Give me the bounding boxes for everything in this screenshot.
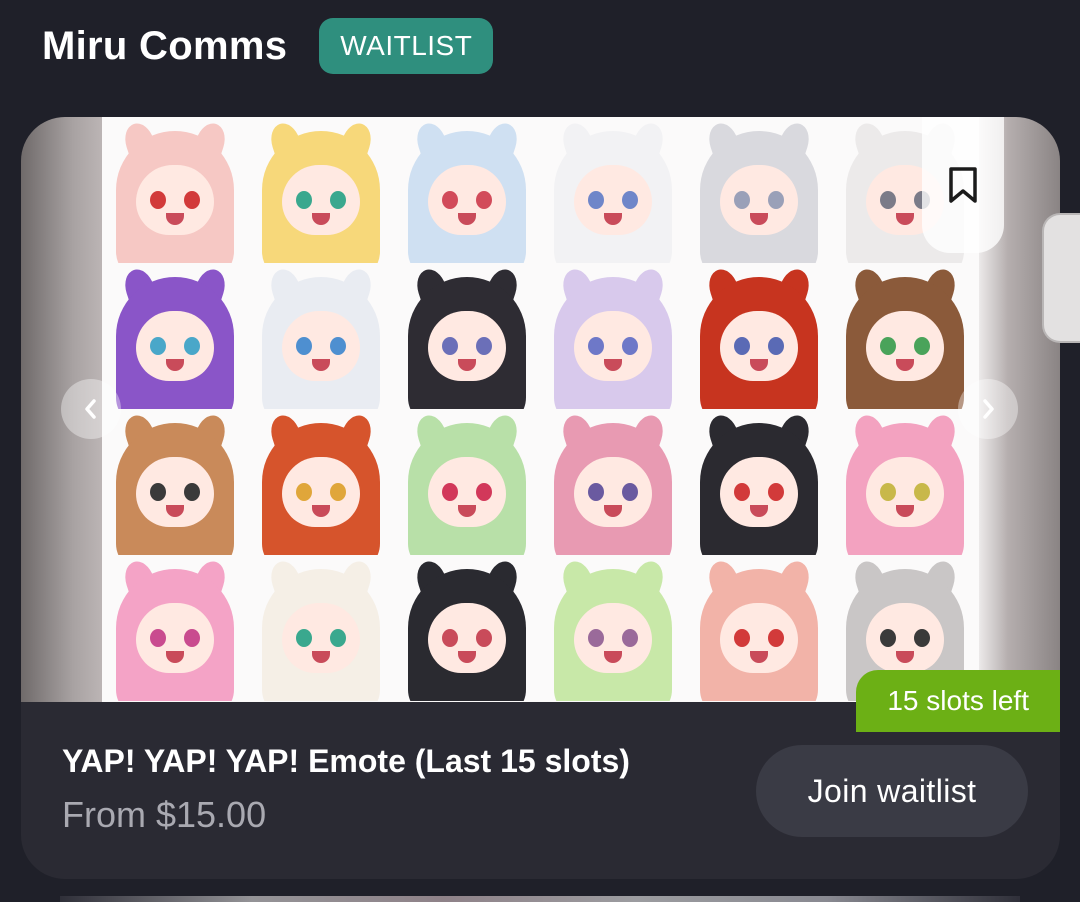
emote-preview-image xyxy=(102,117,979,702)
emote-thumbnail xyxy=(394,555,540,701)
emote-thumbnail xyxy=(686,117,832,263)
emote-thumbnail xyxy=(540,409,686,555)
side-panel-handle[interactable] xyxy=(1042,213,1080,343)
emote-thumbnail xyxy=(540,263,686,409)
emote-thumbnail xyxy=(102,409,248,555)
chevron-right-icon xyxy=(983,399,994,419)
emote-thumbnail xyxy=(102,117,248,263)
emote-thumbnail xyxy=(394,117,540,263)
emote-thumbnail xyxy=(248,555,394,701)
emote-thumbnail xyxy=(102,555,248,701)
emote-thumbnail xyxy=(686,409,832,555)
shop-name[interactable]: Miru Comms xyxy=(42,24,287,69)
listing-info: YAP! YAP! YAP! Emote (Last 15 slots) Fro… xyxy=(62,737,722,837)
bookmark-button[interactable] xyxy=(922,117,1004,253)
emote-thumbnail xyxy=(394,409,540,555)
chevron-left-icon xyxy=(85,399,96,419)
next-listing-card-edge xyxy=(60,896,1020,902)
product-price: From $15.00 xyxy=(62,794,267,835)
emote-thumbnail xyxy=(248,117,394,263)
listing-card[interactable]: 15 slots left YAP! YAP! YAP! Emote (Last… xyxy=(21,117,1060,879)
carousel-next-button[interactable] xyxy=(958,379,1018,439)
slots-left-badge: 15 slots left xyxy=(856,670,1060,732)
image-carousel[interactable] xyxy=(21,117,1060,702)
shop-header: Miru Comms WAITLIST xyxy=(42,14,494,78)
emote-thumbnail xyxy=(832,409,978,555)
emote-thumbnail xyxy=(686,263,832,409)
emote-thumbnail xyxy=(832,263,978,409)
emote-thumbnail xyxy=(248,409,394,555)
emote-thumbnail xyxy=(540,117,686,263)
carousel-prev-button[interactable] xyxy=(61,379,121,439)
status-badge: WAITLIST xyxy=(319,18,494,74)
bookmark-icon xyxy=(949,167,977,203)
join-waitlist-button[interactable]: Join waitlist xyxy=(756,745,1028,837)
emote-thumbnail xyxy=(394,263,540,409)
product-title[interactable]: YAP! YAP! YAP! Emote (Last 15 slots) xyxy=(62,737,722,785)
emote-thumbnail xyxy=(102,263,248,409)
emote-thumbnail xyxy=(540,555,686,701)
emote-thumbnail xyxy=(248,263,394,409)
emote-thumbnail xyxy=(686,555,832,701)
